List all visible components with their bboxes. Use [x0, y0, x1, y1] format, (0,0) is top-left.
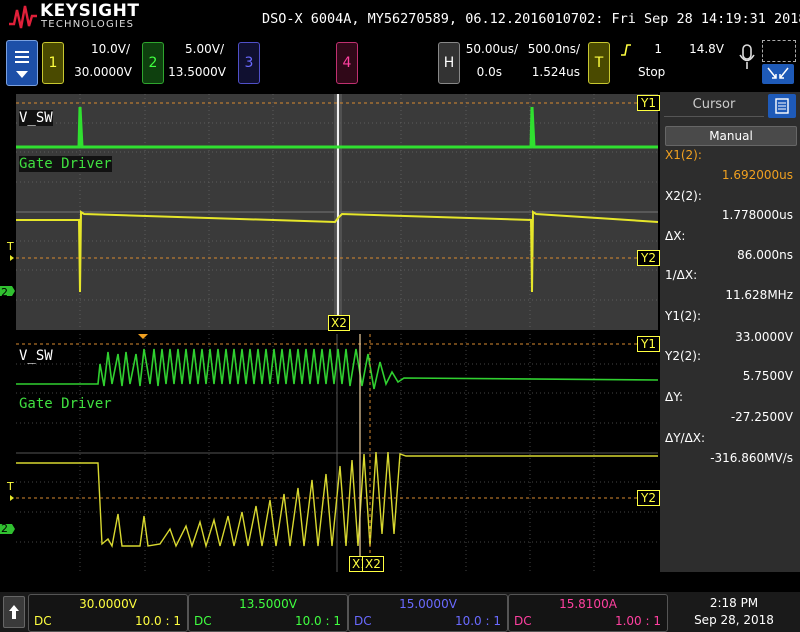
trigger-level[interactable]: 14.8V [672, 42, 724, 56]
y1-value[interactable]: 33.0000V [665, 330, 793, 344]
channel-1-button[interactable]: 1 [42, 42, 64, 84]
main-ch1-label: Gate Driver [19, 156, 112, 172]
dy-value: -27.2500V [730, 410, 793, 424]
footer-channel-2[interactable]: 13.5000V DC 10.0 : 1 [188, 594, 348, 632]
list-icon [775, 98, 789, 114]
channel-2-scale[interactable]: 5.00V/ [164, 42, 224, 56]
chevron-down-icon [16, 71, 28, 78]
footer-ch4-coupling: DC [514, 614, 532, 628]
clock-date: Sep 28, 2018 [694, 613, 774, 627]
footer-ch1-coupling: DC [34, 614, 52, 628]
touch-button[interactable] [762, 64, 794, 84]
channel-1-number: 1 [48, 55, 58, 71]
x2-label: X2(2): [665, 189, 702, 203]
footer-ch2-ratio: 10.0 : 1 [294, 614, 341, 628]
control-bar: 1 10.0V/ 30.0000V 2 5.00V/ 13.5000V 3 4 … [0, 36, 800, 90]
cursor-panel: Cursor Manual X1(2): 1.692000us X2(2): 1… [660, 92, 800, 572]
footer-ch4-offset: 15.8100A [559, 597, 617, 611]
trigger-source[interactable]: 1 [640, 42, 662, 56]
channel-4-button[interactable]: 4 [336, 42, 358, 84]
rising-edge-icon [621, 44, 631, 56]
inv-dx-label: 1/ΔX: [665, 268, 698, 282]
instrument-info: DSO-X 6004A, MY56270589, 06.12.201601070… [262, 11, 800, 27]
footer-channel-4[interactable]: 15.8100A DC 1.00 : 1 [508, 594, 668, 632]
channel-4-number: 4 [342, 55, 352, 71]
zoom-ch1-label: Gate Driver [19, 396, 112, 412]
zoom-y1-marker[interactable]: Y1 [637, 336, 660, 352]
footer-channel-3[interactable]: 15.0000V DC 10.0 : 1 [348, 594, 508, 632]
main-x2-marker[interactable]: X2 [328, 315, 350, 331]
main-trigger-marker: T [7, 240, 14, 253]
keysight-logo-icon [9, 5, 37, 29]
zoom-box-icon[interactable] [762, 40, 796, 62]
zoom-trigger-marker: T [7, 480, 14, 493]
main-y2-marker[interactable]: Y2 [637, 250, 660, 266]
zoom-delay[interactable]: 1.524us [522, 65, 580, 79]
brand-name: KEYSIGHT [40, 1, 140, 21]
zoom-waveform-display[interactable] [0, 334, 660, 572]
cursor-mode-select[interactable]: Manual [665, 126, 797, 146]
zoom-y2-marker[interactable]: Y2 [637, 490, 660, 506]
zoom-ch2-marker[interactable]: 2 [1, 522, 8, 535]
main-ch2-label: V_SW [19, 110, 53, 126]
brand-subtitle: TECHNOLOGIES [41, 19, 135, 30]
zoom-x2-marker[interactable]: X2 [362, 556, 384, 572]
dydx-label: ΔY/ΔX: [665, 431, 706, 445]
horizontal-delay[interactable]: 0.0s [460, 65, 502, 79]
panel-menu-button[interactable] [768, 94, 796, 118]
clock-time: 2:18 PM [709, 596, 759, 610]
footer-ch4-ratio: 1.00 : 1 [614, 614, 661, 628]
trigger-label: T [594, 55, 604, 71]
channel-2-button[interactable]: 2 [142, 42, 164, 84]
inv-dx-value: 11.628MHz [725, 288, 793, 302]
footer-ch1-offset: 30.0000V [79, 597, 137, 611]
x1-label: X1(2): [665, 148, 702, 162]
arrow-up-icon [9, 605, 19, 619]
main-ch2-marker[interactable]: 2 [1, 286, 8, 299]
footer-ch1-ratio: 10.0 : 1 [134, 614, 181, 628]
horizontal-scale[interactable]: 50.00us/ [460, 42, 518, 56]
channel-2-offset[interactable]: 13.5000V [164, 65, 226, 79]
dydx-value: -316.860MV/s [710, 451, 793, 465]
horizontal-button[interactable]: H [438, 42, 460, 84]
footer-ch3-ratio: 10.0 : 1 [454, 614, 501, 628]
channel-1-offset[interactable]: 30.0000V [64, 65, 132, 79]
menu-button[interactable] [6, 40, 38, 86]
softkey-up-button[interactable] [3, 596, 25, 628]
touch-gesture-icon [767, 67, 789, 79]
cursor-panel-title: Cursor [664, 94, 764, 117]
x1-value[interactable]: 1.692000us [665, 168, 793, 182]
footer-channel-1[interactable]: 30.0000V DC 10.0 : 1 [28, 594, 188, 632]
channel-3-button[interactable]: 3 [238, 42, 260, 84]
horizontal-label: H [443, 55, 455, 71]
dx-value: 86.000ns [737, 248, 793, 262]
y2-label: Y2(2): [665, 349, 702, 363]
title-bar: KEYSIGHT TECHNOLOGIES DSO-X 6004A, MY562… [0, 0, 800, 36]
dx-label: ΔX: [665, 229, 686, 243]
y1-label: Y1(2): [665, 309, 702, 323]
footer-ch3-offset: 15.0000V [399, 597, 457, 611]
y2-value[interactable]: 5.7500V [665, 369, 793, 383]
main-y1-marker[interactable]: Y1 [637, 95, 660, 111]
channel-2-number: 2 [148, 55, 158, 71]
zoom-ch2-label: V_SW [19, 348, 53, 364]
footer-ch2-offset: 13.5000V [239, 597, 297, 611]
run-status: Stop [638, 65, 666, 79]
microphone-icon[interactable] [738, 44, 756, 74]
x2-value[interactable]: 1.778000us [665, 208, 793, 222]
channel-1-scale[interactable]: 10.0V/ [64, 42, 130, 56]
footer-ch2-coupling: DC [194, 614, 212, 628]
dy-label: ΔY: [665, 390, 683, 404]
trigger-button[interactable]: T [588, 42, 610, 84]
footer-ch3-coupling: DC [354, 614, 372, 628]
main-waveform-display[interactable] [0, 92, 660, 332]
zoom-scale[interactable]: 500.0ns/ [522, 42, 580, 56]
channel-3-number: 3 [244, 55, 254, 71]
